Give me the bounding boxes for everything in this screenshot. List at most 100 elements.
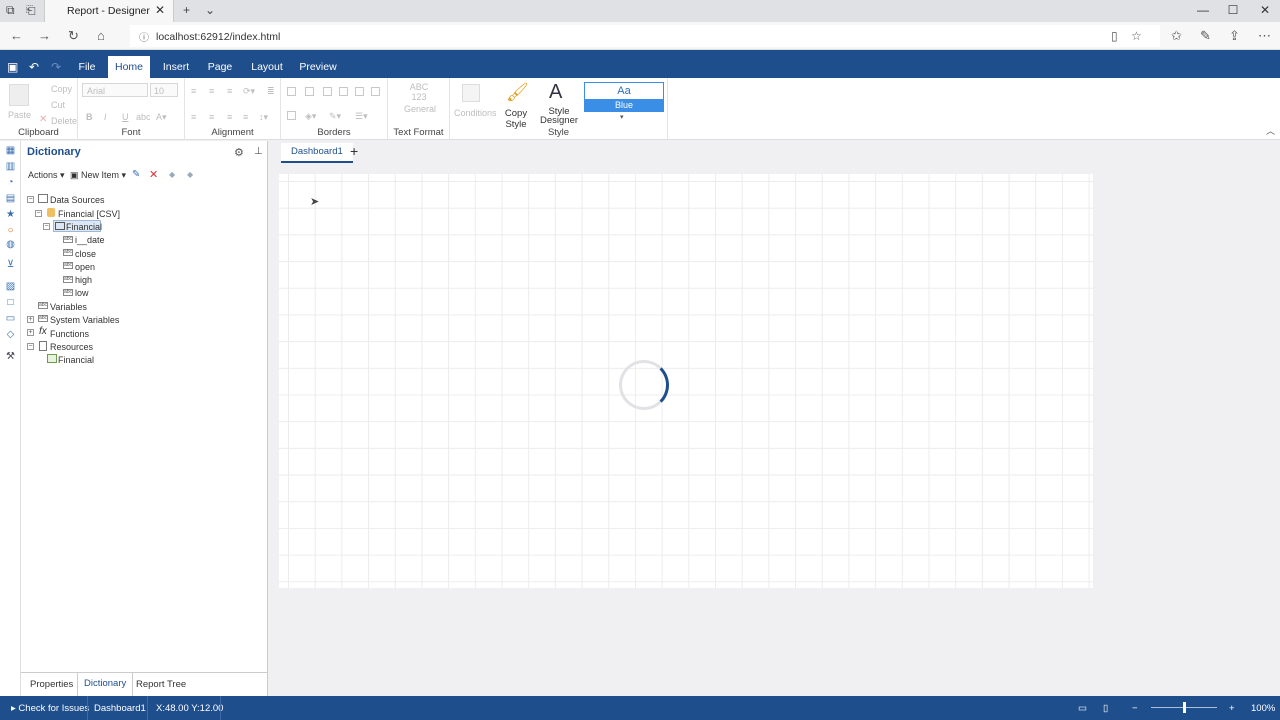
- dashboard-canvas[interactable]: [279, 174, 1093, 588]
- pen-icon[interactable]: ✎: [1200, 28, 1211, 44]
- border-none-icon[interactable]: [305, 87, 314, 96]
- tree-financial-csv[interactable]: Financial [CSV]: [58, 209, 120, 219]
- tree-field[interactable]: i__date: [75, 235, 105, 245]
- border-top-icon[interactable]: [339, 87, 348, 96]
- tab-layout[interactable]: Layout: [246, 56, 288, 78]
- tab-page[interactable]: Page: [202, 56, 238, 78]
- tab-preview[interactable]: Preview: [296, 56, 340, 78]
- font-size-select[interactable]: 10: [150, 83, 178, 97]
- actions-menu[interactable]: Actions ▾: [28, 170, 65, 181]
- filter-icon[interactable]: ⊻: [5, 259, 16, 270]
- browser-tab[interactable]: Report - Designer ✕: [44, 0, 174, 22]
- chart-icon[interactable]: ▥: [5, 161, 16, 172]
- border-left-icon[interactable]: [323, 87, 332, 96]
- tree-field[interactable]: low: [75, 288, 89, 298]
- zoom-in-icon[interactable]: +: [1229, 703, 1235, 714]
- redo-icon[interactable]: ↷: [51, 60, 61, 74]
- undo-icon[interactable]: ↶: [29, 60, 39, 74]
- zoom-out-icon[interactable]: −: [1132, 703, 1138, 714]
- delete-button[interactable]: Delete: [51, 116, 77, 126]
- panel-icon[interactable]: □: [5, 297, 16, 308]
- maximize-icon[interactable]: ☐: [1223, 3, 1243, 17]
- new-tab-icon[interactable]: +: [183, 3, 190, 17]
- text-format-value[interactable]: General: [404, 104, 436, 114]
- new-item-menu[interactable]: ▣ New Item ▾: [70, 170, 126, 181]
- align-right-icon[interactable]: ≡: [227, 112, 232, 122]
- tools-icon[interactable]: ⚒: [5, 351, 16, 362]
- tab-dictionary[interactable]: Dictionary: [77, 673, 134, 697]
- style-dropdown-icon[interactable]: ▾: [620, 113, 624, 121]
- refresh-icon[interactable]: ↻: [68, 28, 79, 44]
- back-icon[interactable]: ←: [10, 28, 23, 43]
- shape-icon[interactable]: ◇: [5, 329, 16, 340]
- fill-color-icon[interactable]: ◈▾: [305, 111, 316, 122]
- paste-icon[interactable]: [9, 84, 29, 106]
- rotate-icon[interactable]: ⟳▾: [243, 86, 255, 97]
- delete-item-icon[interactable]: ✕: [149, 168, 158, 181]
- tab-manager-icon[interactable]: ⧉: [6, 3, 15, 18]
- tab-report-tree[interactable]: Report Tree: [136, 679, 186, 690]
- paste-button[interactable]: Paste: [8, 110, 31, 120]
- collapse-toggle[interactable]: −: [27, 343, 34, 350]
- strikethrough-button[interactable]: abc: [136, 112, 151, 122]
- map-icon[interactable]: ◍: [5, 239, 16, 250]
- underline-button[interactable]: U: [122, 112, 129, 122]
- border-size-icon[interactable]: ☰▾: [355, 111, 368, 122]
- move-up-icon[interactable]: ◆: [169, 170, 175, 179]
- border-bottom-icon[interactable]: [371, 87, 380, 96]
- align-left-icon[interactable]: ≡: [191, 112, 196, 122]
- edit-icon[interactable]: ✎: [132, 169, 140, 180]
- tree-field[interactable]: high: [75, 275, 92, 285]
- justify-icon[interactable]: ≡: [243, 112, 248, 122]
- style-designer-button[interactable]: Style Designer: [540, 107, 578, 126]
- chevron-down-icon[interactable]: ⌄: [205, 3, 215, 17]
- move-down-icon[interactable]: ◆: [187, 170, 193, 179]
- tree-variables[interactable]: Variables: [50, 302, 87, 312]
- url-field[interactable]: ⓘ localhost:62912/index.html ▯ ☆: [130, 25, 1160, 47]
- share-icon[interactable]: ⇪: [1229, 28, 1240, 44]
- fit-page-icon[interactable]: ▯: [1103, 703, 1108, 714]
- align-center-icon[interactable]: ≡: [209, 112, 214, 122]
- tab-home[interactable]: Home: [108, 56, 150, 78]
- gauge-icon[interactable]: ◔: [5, 177, 16, 188]
- check-issues-button[interactable]: ▸ Check for Issues: [11, 703, 89, 714]
- close-tab-icon[interactable]: ✕: [155, 3, 165, 17]
- align-middle-icon[interactable]: ≡: [209, 86, 214, 96]
- border-color-icon[interactable]: ✎▾: [329, 111, 341, 122]
- gear-icon[interactable]: ⚙: [234, 146, 244, 159]
- bold-button[interactable]: B: [86, 112, 93, 122]
- pivot-icon[interactable]: ▤: [5, 193, 16, 204]
- style-preview-blue[interactable]: Aa Blue: [584, 82, 664, 112]
- tree-field[interactable]: open: [75, 262, 95, 272]
- zoom-slider-thumb[interactable]: [1182, 702, 1186, 713]
- tree-field[interactable]: close: [75, 249, 96, 259]
- wrap-icon[interactable]: ≣: [267, 86, 275, 97]
- expand-toggle[interactable]: +: [27, 329, 34, 336]
- tree-resources[interactable]: Resources: [50, 342, 93, 352]
- forward-icon[interactable]: →: [38, 28, 51, 43]
- favorites-icon[interactable]: ✩: [1171, 28, 1182, 44]
- line-spacing-icon[interactable]: ↕▾: [259, 112, 268, 123]
- image-icon[interactable]: ▨: [5, 281, 16, 292]
- font-color-button[interactable]: A▾: [156, 112, 167, 123]
- back-tabs-icon[interactable]: ⎗: [26, 3, 36, 18]
- italic-button[interactable]: I: [104, 112, 107, 122]
- border-right-icon[interactable]: [355, 87, 364, 96]
- text-icon[interactable]: ▭: [5, 313, 16, 324]
- align-top-icon[interactable]: ≡: [191, 86, 196, 96]
- add-page-icon[interactable]: +: [350, 143, 358, 159]
- minimize-icon[interactable]: —: [1193, 3, 1213, 17]
- tab-file[interactable]: File: [72, 56, 102, 78]
- align-bottom-icon[interactable]: ≡: [227, 86, 232, 96]
- fit-width-icon[interactable]: ▭: [1078, 703, 1087, 714]
- cut-button[interactable]: Cut: [51, 100, 65, 110]
- pin-icon[interactable]: ⊥: [254, 146, 263, 157]
- collapse-toggle[interactable]: −: [35, 210, 42, 217]
- tab-properties[interactable]: Properties: [30, 679, 73, 690]
- border-style-icon[interactable]: [287, 111, 296, 120]
- tab-dashboard1[interactable]: Dashboard1: [281, 143, 353, 163]
- progress-icon[interactable]: ○: [5, 225, 16, 236]
- more-icon[interactable]: ⋯: [1258, 28, 1271, 44]
- home-icon[interactable]: ⌂: [97, 28, 105, 43]
- collapse-ribbon-icon[interactable]: ︿: [1266, 124, 1275, 137]
